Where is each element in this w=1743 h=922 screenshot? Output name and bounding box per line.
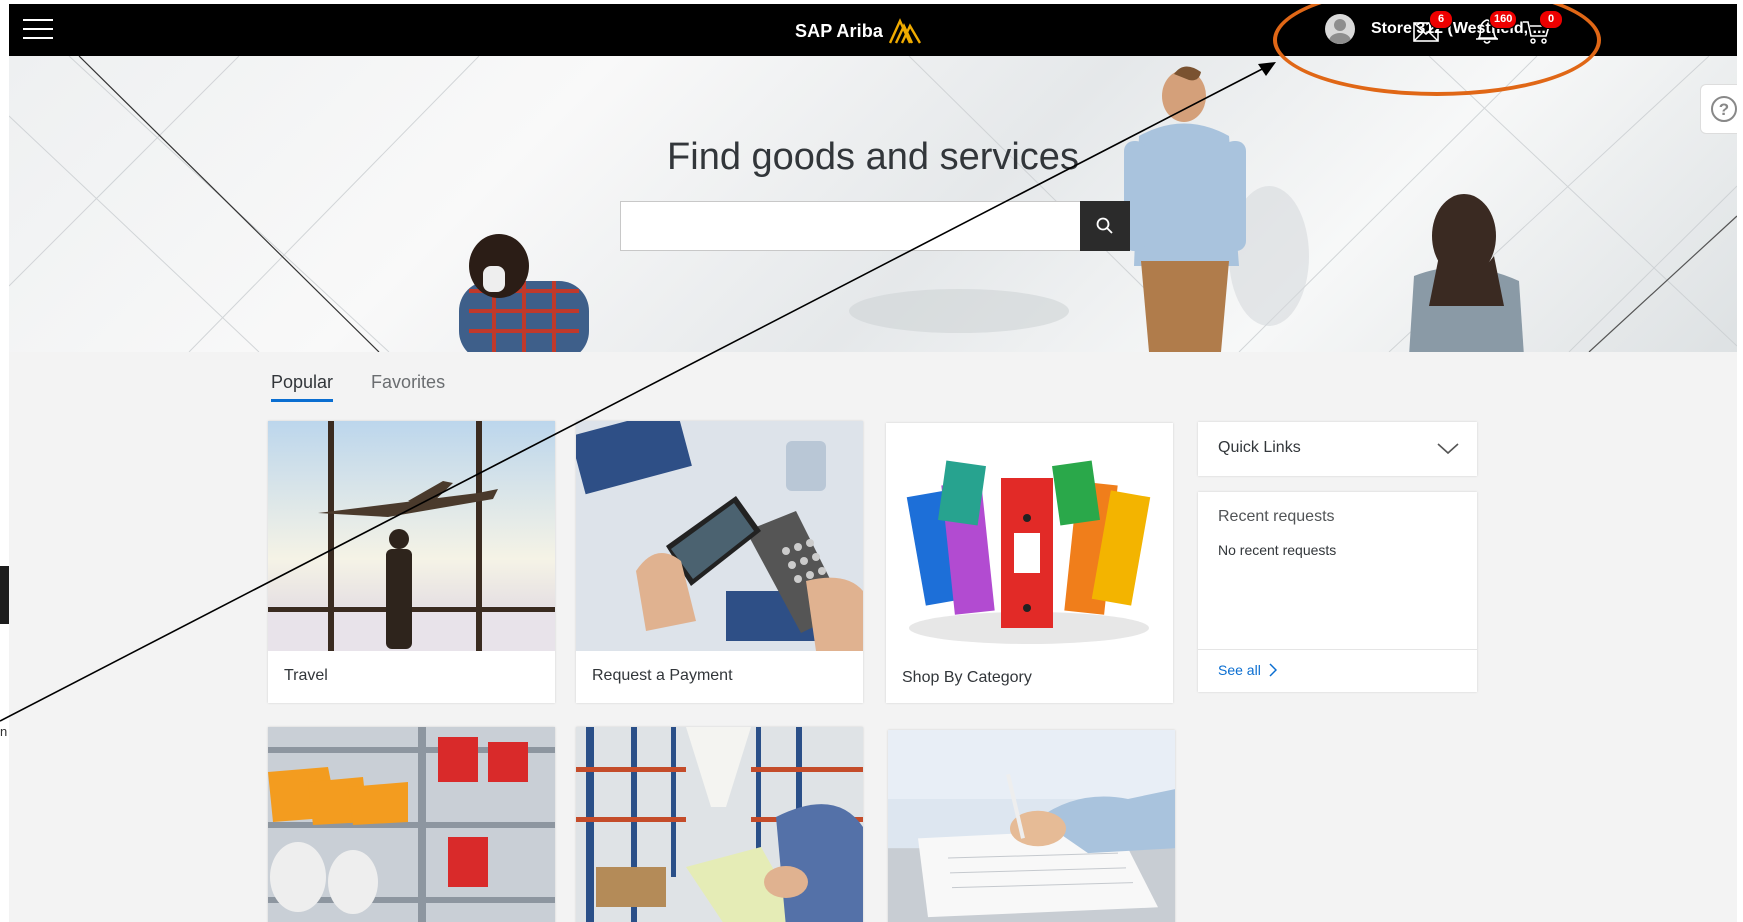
catalog-tabs: Popular Favorites — [271, 372, 445, 402]
tile-label: Shop By Category — [902, 669, 1032, 686]
tab-favorites[interactable]: Favorites — [371, 372, 445, 402]
person-image-right — [1409, 194, 1524, 352]
app-window: SAP Ariba Store 312 (Westfield, ... 6 16… — [9, 4, 1737, 922]
tile-label: Request a Payment — [592, 667, 733, 684]
brand-logo[interactable]: SAP Ariba — [795, 18, 921, 44]
signing-document-image — [888, 730, 1175, 922]
tile-warehouse[interactable] — [576, 727, 863, 922]
tile-travel[interactable]: Travel — [268, 421, 555, 703]
tile-contract[interactable] — [888, 730, 1175, 922]
hero-title: Find goods and services — [667, 136, 1079, 178]
supply-bins-image — [268, 727, 555, 922]
messages-badge: 6 — [1429, 10, 1453, 29]
search-button[interactable] — [1080, 201, 1130, 251]
messages-button[interactable]: 6 — [1409, 10, 1453, 48]
tile-request-payment[interactable]: Request a Payment — [576, 421, 863, 703]
recent-requests-card: Recent requests No recent requests See a… — [1198, 492, 1477, 692]
chevron-down-icon — [1437, 443, 1459, 455]
cart-badge: 0 — [1539, 10, 1563, 29]
help-button[interactable]: ? — [1700, 84, 1737, 134]
tile-shop-by-category[interactable]: Shop By Category — [886, 423, 1173, 703]
brand-name: SAP Ariba — [795, 20, 883, 41]
side-panel-tab[interactable] — [0, 566, 9, 624]
user-avatar — [1325, 14, 1355, 44]
recent-requests-title: Recent requests — [1218, 508, 1335, 525]
notifications-button[interactable]: 160 — [1471, 10, 1518, 48]
hero-banner: Find goods and services — [9, 56, 1737, 352]
cropped-text: n — [0, 724, 8, 739]
search-icon — [1096, 217, 1113, 234]
svg-text:?: ? — [1718, 100, 1728, 119]
person-image-left — [459, 234, 589, 352]
shell-bar: SAP Ariba Store 312 (Westfield, ... 6 16… — [9, 4, 1737, 56]
tile-supplies[interactable] — [268, 727, 555, 922]
help-icon: ? — [1710, 96, 1737, 122]
binders-image — [886, 423, 1173, 653]
recent-requests-footer: See all — [1198, 649, 1477, 693]
payment-terminal-image — [576, 421, 863, 651]
search-input[interactable] — [620, 201, 1082, 251]
see-all-label: See all — [1218, 662, 1261, 678]
see-all-link[interactable]: See all — [1218, 662, 1277, 678]
user-name: Store 312 (Westfield, ... — [1371, 20, 1546, 37]
warehouse-image — [576, 727, 863, 922]
cart-button[interactable]: 0 — [1521, 10, 1563, 48]
notifications-badge: 160 — [1489, 10, 1518, 29]
tab-popular[interactable]: Popular — [271, 372, 334, 402]
tile-label: Travel — [284, 667, 328, 684]
menu-icon[interactable] — [23, 16, 53, 42]
quick-links-title: Quick Links — [1218, 439, 1301, 456]
airport-image — [268, 421, 555, 651]
quick-links-dropdown[interactable]: Quick Links — [1198, 422, 1477, 476]
recent-requests-empty: No recent requests — [1218, 542, 1337, 558]
chevron-right-icon — [1269, 663, 1277, 677]
ariba-logo-icon — [888, 18, 921, 44]
